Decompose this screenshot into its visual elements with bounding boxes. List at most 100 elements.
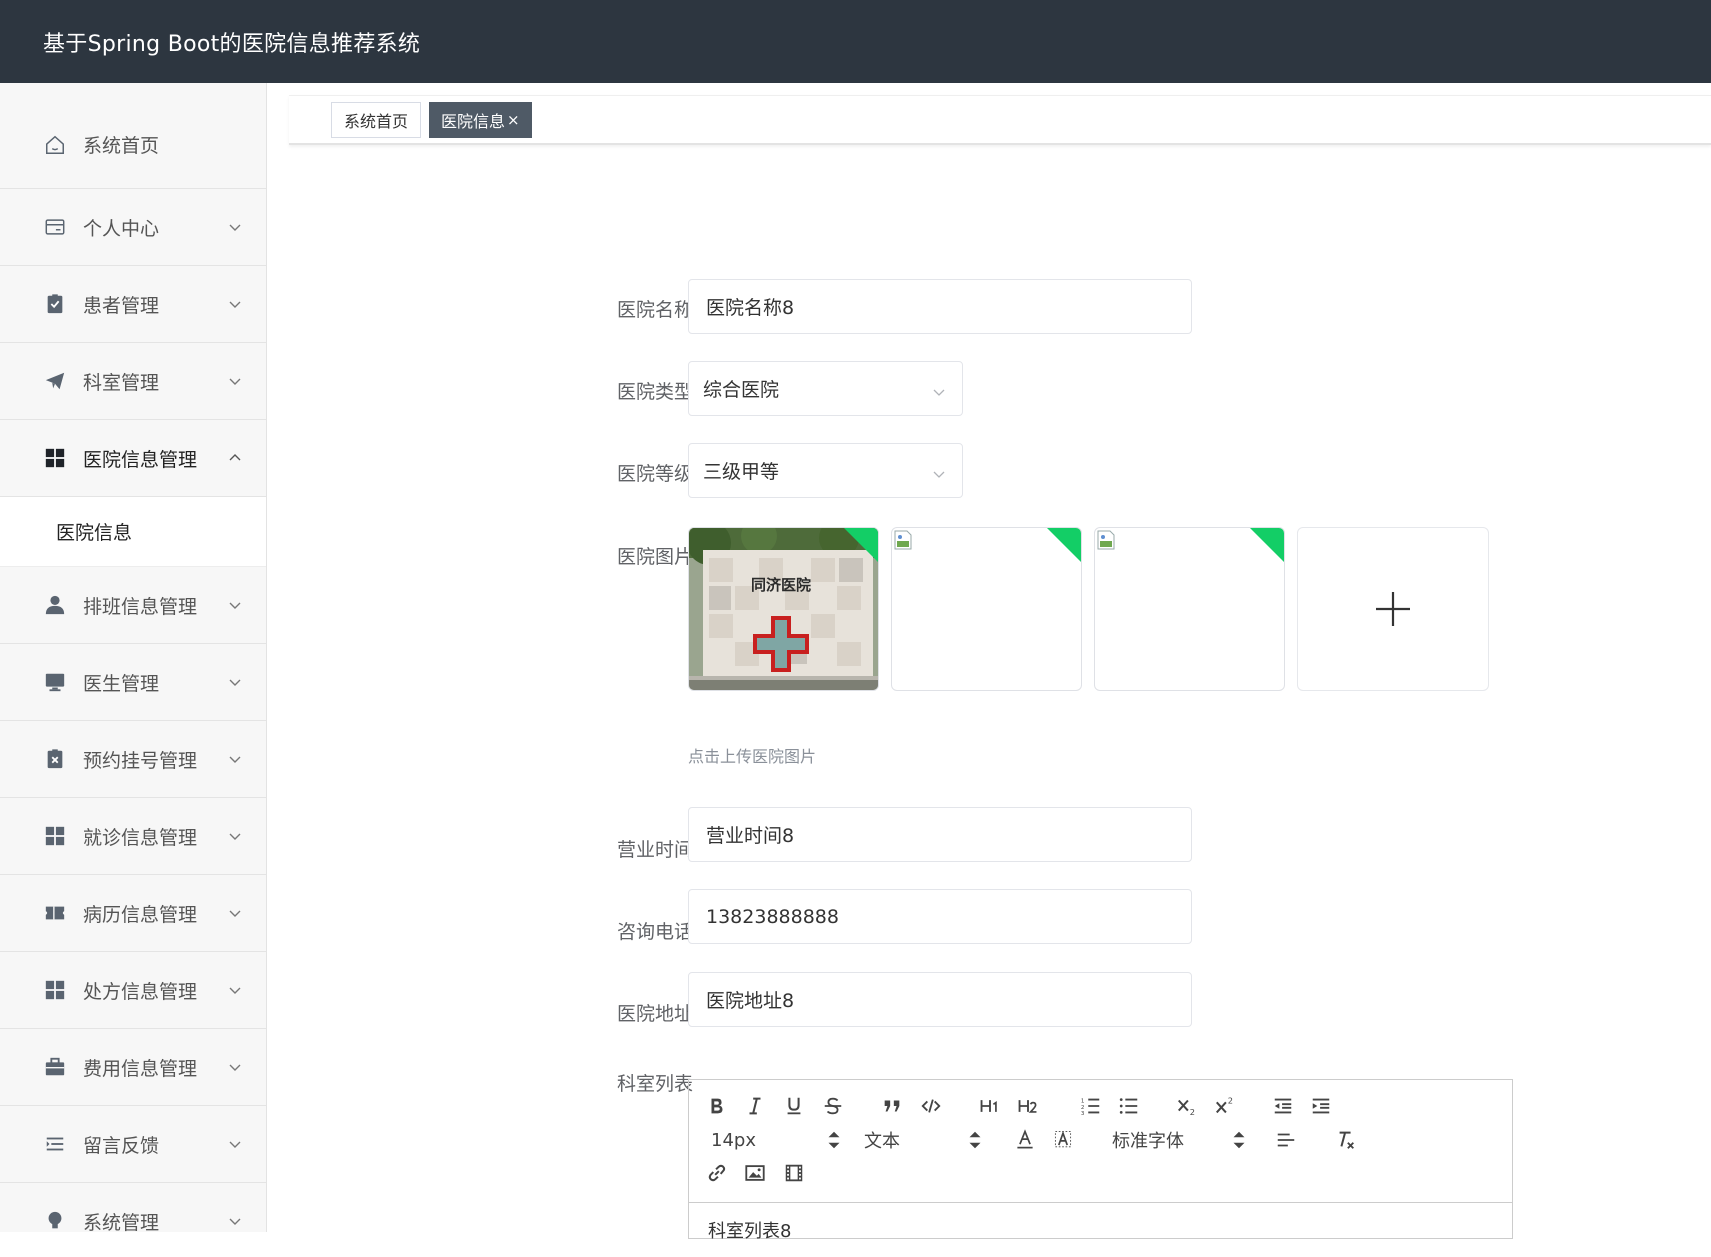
superscript-icon: 2 (1216, 1095, 1233, 1114)
tab-home[interactable]: 系统首页 (331, 102, 422, 138)
sidebar-item-system[interactable]: 系统管理 (0, 1183, 266, 1232)
ordered-list-icon: 123 (1081, 1098, 1100, 1117)
hospital-type-select[interactable]: 综合医院 (688, 361, 963, 416)
monitor-icon (43, 670, 67, 694)
chevron-down-icon (932, 382, 946, 396)
subscript-button[interactable]: 2 (1175, 1094, 1199, 1118)
chevron-down-icon (228, 219, 244, 235)
strike-button[interactable] (821, 1094, 845, 1118)
address-input[interactable]: 医院地址8 (688, 972, 1192, 1027)
hospital-image-3[interactable] (1094, 527, 1285, 691)
user-icon (43, 593, 67, 617)
list-indent-icon (43, 1132, 67, 1156)
svg-text:2: 2 (1081, 1105, 1085, 1111)
chevron-down-icon (228, 1059, 244, 1075)
sidebar-item-feedback[interactable]: 留言反馈 (0, 1106, 266, 1183)
sidebar-item-departments[interactable]: 科室管理 (0, 343, 266, 420)
image-button[interactable] (743, 1160, 767, 1186)
sidebar-item-label: 系统管理 (83, 1211, 160, 1233)
svg-text:3: 3 (1081, 1111, 1085, 1117)
italic-button[interactable] (743, 1094, 767, 1118)
sidebar-item-prescriptions[interactable]: 处方信息管理 (0, 952, 266, 1029)
sidebar-item-home[interactable]: 系统首页 (0, 83, 266, 189)
link-icon (708, 1164, 726, 1182)
updown-arrow-icon (1233, 1131, 1245, 1149)
business-hours-input[interactable]: 营业时间8 (688, 807, 1192, 862)
sidebar-item-label: 处方信息管理 (83, 980, 198, 1003)
chevron-down-icon (228, 1213, 244, 1229)
link-button[interactable] (705, 1160, 729, 1186)
h2-icon (1018, 1100, 1037, 1113)
blockquote-button[interactable] (880, 1094, 904, 1118)
clipboard-check-icon (43, 292, 67, 316)
italic-icon (749, 1097, 761, 1115)
clear-format-button[interactable] (1334, 1127, 1358, 1153)
bold-button[interactable] (705, 1094, 729, 1118)
hospital-image-1[interactable]: 同济医院 (688, 527, 879, 691)
sidebar-item-visits[interactable]: 就诊信息管理 (0, 798, 266, 875)
sidebar-item-doctors[interactable]: 医生管理 (0, 644, 266, 721)
sidebar-item-patients[interactable]: 患者管理 (0, 266, 266, 343)
image-upload-button[interactable] (1297, 527, 1489, 691)
code-block-button[interactable] (919, 1094, 943, 1118)
strike-icon (824, 1097, 842, 1115)
bullet-list-button[interactable] (1117, 1094, 1141, 1118)
image-icon (745, 1165, 765, 1181)
rich-text-editor: 123 2 2 14px 文本 标准字体 科室列表8 (688, 1079, 1513, 1242)
align-button[interactable] (1274, 1127, 1298, 1153)
sidebar-item-hospital-info-management[interactable]: 医院信息管理 (0, 420, 266, 497)
tag-bar: 系统首页 医院信息 × (289, 95, 1711, 145)
sidebar-item-fees[interactable]: 费用信息管理 (0, 1029, 266, 1106)
video-button[interactable] (782, 1160, 806, 1186)
hospital-name-value: 医院名称8 (706, 297, 795, 319)
background-color-button[interactable] (1051, 1127, 1075, 1153)
code-icon (921, 1099, 941, 1113)
superscript-button[interactable]: 2 (1213, 1094, 1237, 1118)
sidebar-item-profile[interactable]: 个人中心 (0, 189, 266, 266)
hospital-level-select[interactable]: 三级甲等 (688, 443, 963, 498)
font-family-picker[interactable]: 标准字体 (1112, 1126, 1245, 1154)
updown-arrow-icon (969, 1131, 981, 1149)
sidebar-item-appointments[interactable]: 预约挂号管理 (0, 721, 266, 798)
chevron-down-icon (228, 828, 244, 844)
business-hours-value: 营业时间8 (706, 825, 795, 847)
chevron-down-icon (228, 751, 244, 767)
sidebar-item-label: 费用信息管理 (83, 1057, 198, 1080)
outdent-button[interactable] (1271, 1094, 1295, 1118)
hospital-name-input[interactable]: 医院名称8 (688, 279, 1192, 334)
main-content: 系统首页 医院信息 × 医院名称 医院名称8 医院类型 综合医院 医院等级 三级… (267, 83, 1711, 1242)
indent-button[interactable] (1309, 1094, 1333, 1118)
sidebar-item-label: 科室管理 (83, 371, 160, 394)
chevron-down-icon (228, 905, 244, 921)
phone-input[interactable]: 13823888888 (688, 889, 1192, 944)
underline-button[interactable] (782, 1094, 806, 1118)
chevron-up-icon (228, 450, 244, 466)
grid-icon (43, 824, 67, 848)
tab-label: 系统首页 (344, 112, 409, 131)
ordered-list-button[interactable]: 123 (1079, 1094, 1103, 1118)
sidebar-item-schedule[interactable]: 排班信息管理 (0, 567, 266, 644)
sidebar-subitem-hospital-info[interactable]: 医院信息 (0, 497, 266, 567)
card-icon (43, 215, 67, 239)
quote-icon (884, 1100, 900, 1112)
header-picker[interactable]: 文本 (864, 1126, 984, 1154)
editor-toolbar: 123 2 2 14px 文本 标准字体 (689, 1080, 1512, 1203)
font-size-picker[interactable]: 14px (711, 1126, 841, 1154)
sidebar-item-records[interactable]: 病历信息管理 (0, 875, 266, 952)
hospital-type-value: 综合医院 (703, 379, 780, 401)
font-color-button[interactable] (1013, 1127, 1037, 1153)
outdent-icon (1274, 1098, 1292, 1114)
header-picker-value: 文本 (864, 1131, 900, 1152)
sidebar-item-label: 就诊信息管理 (83, 826, 198, 849)
header-2-button[interactable] (1015, 1094, 1041, 1118)
underline-icon (787, 1097, 801, 1115)
header-1-button[interactable] (977, 1094, 1003, 1118)
h1-icon (980, 1100, 997, 1112)
broken-image-icon (894, 530, 912, 550)
sidebar-item-label: 医院信息管理 (83, 448, 198, 471)
ticket-icon (43, 901, 67, 925)
close-icon[interactable]: × (507, 111, 520, 129)
tab-hospital-info[interactable]: 医院信息 × (429, 102, 532, 138)
hospital-image-2[interactable] (891, 527, 1082, 691)
editor-content[interactable]: 科室列表8 (689, 1203, 1512, 1257)
